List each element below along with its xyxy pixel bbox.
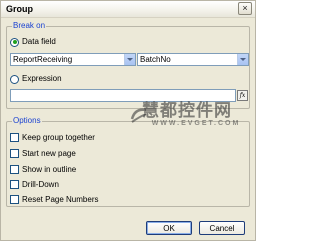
title-bar[interactable]: Group × [1, 1, 255, 18]
expression-label: Expression [22, 74, 62, 83]
option-label: Start new page [22, 148, 76, 158]
break-on-label: Break on [12, 21, 47, 31]
options-label: Options [12, 116, 42, 126]
option-label: Show in outline [22, 164, 77, 174]
chevron-down-icon[interactable] [237, 54, 248, 65]
reset-page-numbers-checkbox[interactable]: Reset Page Numbers [10, 194, 98, 205]
watermark-main-text: 慧都控件网 [142, 101, 232, 120]
dialog-title: Group [6, 4, 33, 14]
watermark-url-text: WWW.EVGET.COM [151, 120, 241, 127]
close-button[interactable]: × [238, 2, 252, 15]
chevron-down-icon[interactable] [124, 54, 135, 65]
checkbox[interactable] [10, 180, 19, 189]
data-field-label: Data field [22, 37, 56, 46]
watermark: 慧都控件网 WWW.EVGET.COM [131, 101, 243, 128]
drill-down-checkbox[interactable]: Drill-Down [10, 179, 59, 190]
option-label: Reset Page Numbers [22, 194, 99, 204]
radio-button[interactable] [10, 37, 19, 47]
close-icon: × [242, 3, 248, 13]
show-in-outline-checkbox[interactable]: Show in outline [10, 164, 76, 175]
radio-button[interactable] [10, 74, 19, 84]
data-field-radio[interactable]: Data field [10, 37, 56, 47]
checkbox[interactable] [10, 195, 19, 204]
checkbox[interactable] [10, 133, 19, 142]
cancel-button[interactable]: Cancel [199, 221, 245, 235]
data-source-value: ReportReceiving [13, 55, 73, 64]
option-label: Drill-Down [22, 179, 59, 189]
option-label: Keep group together [22, 132, 95, 142]
data-source-dropdown[interactable]: ReportReceiving [10, 53, 136, 66]
expression-builder-button[interactable]: fx [237, 90, 248, 101]
break-on-group: Break on Data field ReportReceiving Batc… [6, 21, 250, 109]
ok-button[interactable]: OK [146, 221, 192, 235]
function-icon: fx [239, 91, 246, 99]
keep-group-together-checkbox[interactable]: Keep group together [10, 132, 95, 143]
radio-selected-dot [12, 40, 17, 44]
group-dialog: Group × Break on Data field ReportReceiv… [0, 0, 256, 241]
expression-radio[interactable]: Expression [10, 74, 62, 84]
start-new-page-checkbox[interactable]: Start new page [10, 148, 76, 159]
data-field-dropdown[interactable]: BatchNo [137, 53, 249, 66]
checkbox[interactable] [10, 165, 19, 174]
checkbox[interactable] [10, 149, 19, 158]
options-group: Options Keep group together Start new pa… [6, 116, 250, 207]
data-field-value: BatchNo [140, 55, 171, 64]
